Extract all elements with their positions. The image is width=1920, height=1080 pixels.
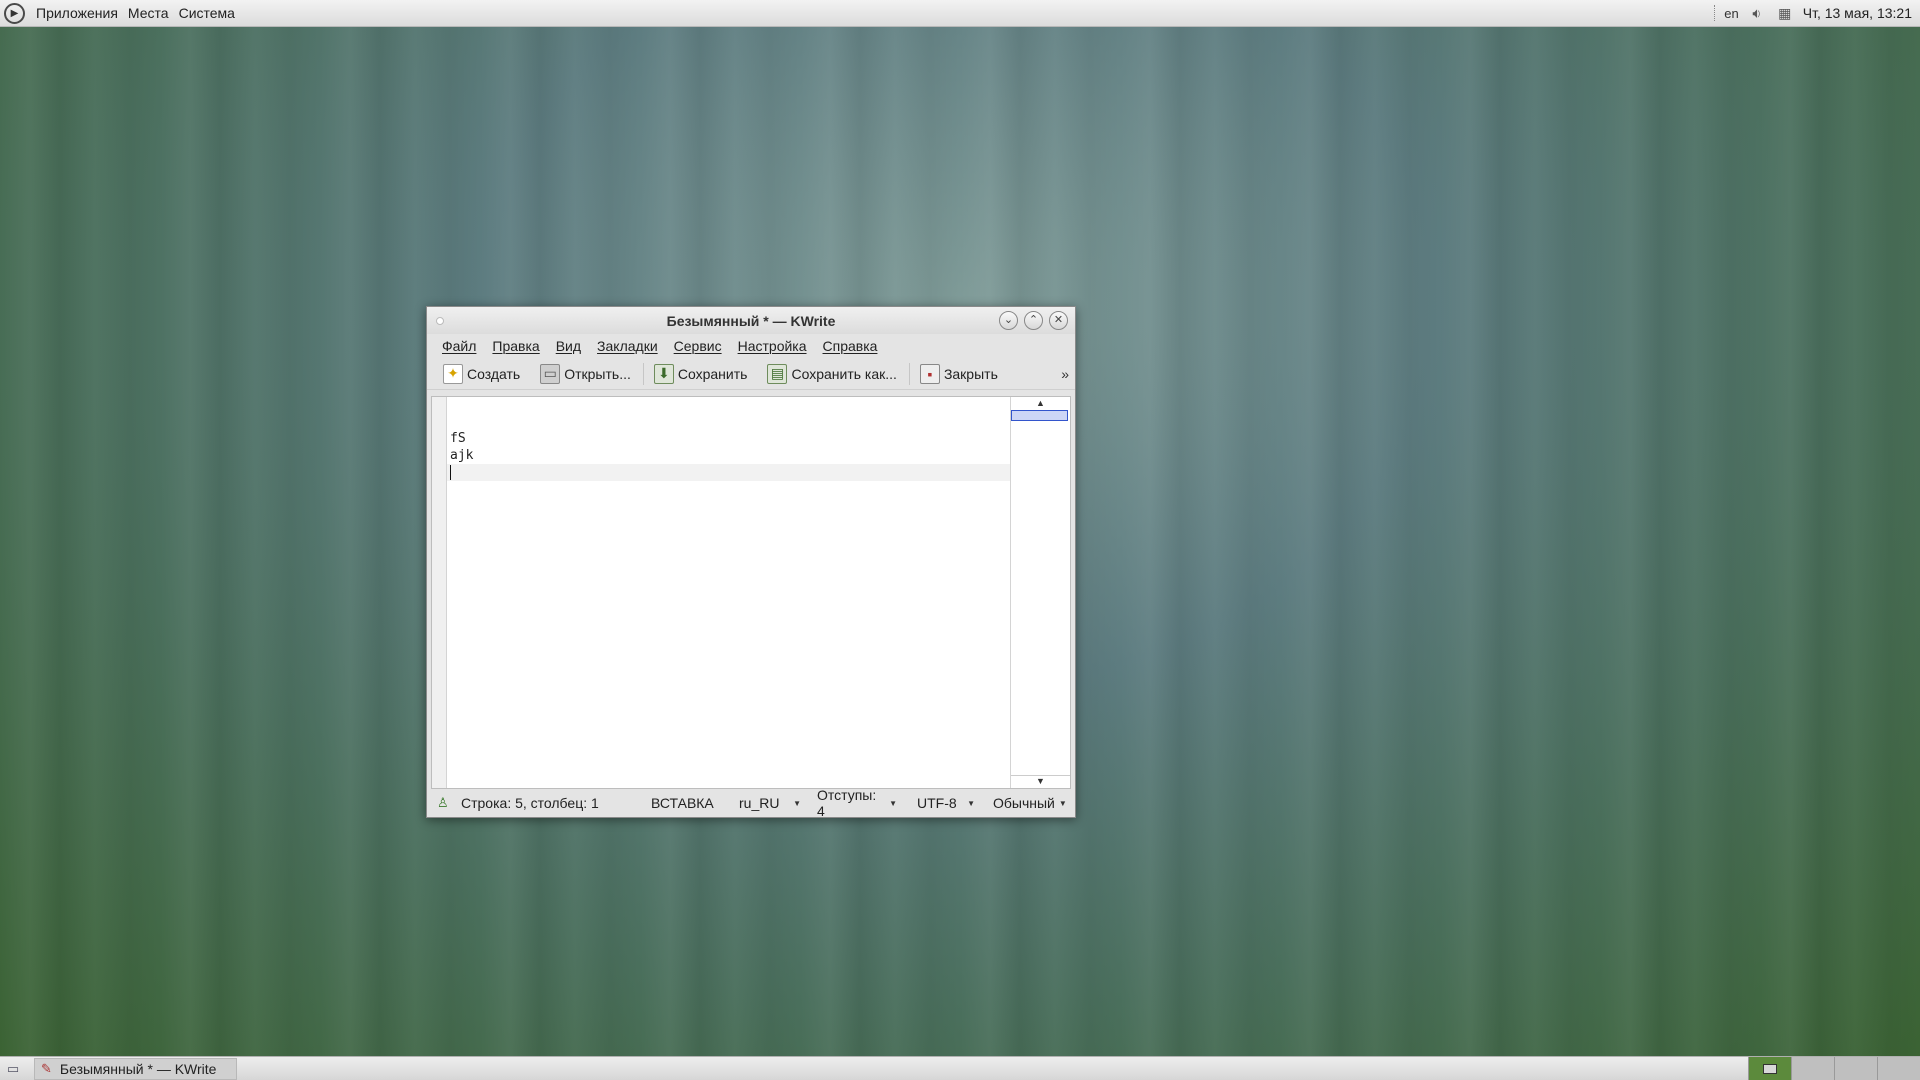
network-icon[interactable]: ▦ bbox=[1775, 3, 1795, 23]
workspace-4[interactable] bbox=[1877, 1057, 1920, 1080]
volume-icon[interactable]: 🔉︎ bbox=[1747, 3, 1767, 23]
tray-separator bbox=[1714, 5, 1716, 21]
chevron-down-icon: ▼ bbox=[967, 798, 975, 808]
top-panel: ▶ Приложения Места Система en 🔉︎ ▦ Чт, 1… bbox=[0, 0, 1920, 27]
bottom-panel: ▭ ✎ Безымянный * — KWrite bbox=[0, 1056, 1920, 1080]
main-toolbar: ✦ Создать ▭ Открыть... ⬇ Сохранить ▤ Сох… bbox=[427, 358, 1075, 390]
clock[interactable]: Чт, 13 мая, 13:21 bbox=[1803, 5, 1912, 21]
chevron-down-icon: ⌄ bbox=[1003, 314, 1014, 326]
toolbar-separator bbox=[908, 362, 910, 385]
minimap-slider[interactable] bbox=[1011, 410, 1068, 421]
save-button[interactable]: ⬇ Сохранить bbox=[648, 360, 754, 388]
editor-area: fS ajk ▲ ▼ bbox=[431, 396, 1071, 789]
chevron-down-icon: ▼ bbox=[889, 798, 897, 808]
menu-view[interactable]: Вид bbox=[549, 338, 588, 354]
minimap-scrollbar[interactable]: ▲ ▼ bbox=[1010, 397, 1070, 788]
menu-places[interactable]: Места bbox=[123, 5, 174, 21]
window-title: Безымянный * — KWrite bbox=[666, 312, 836, 329]
highlighting-select[interactable]: Обычный ▼ bbox=[993, 795, 1067, 811]
chevron-down-icon: ▼ bbox=[1058, 798, 1067, 808]
close-document-label: Закрыть bbox=[943, 365, 998, 382]
dictionary-select[interactable]: ru_RU ▼ bbox=[739, 795, 805, 811]
window-controls: ⌄ ⌃ ✕ bbox=[999, 311, 1068, 330]
workspace-1[interactable] bbox=[1748, 1057, 1791, 1080]
new-button-label: Создать bbox=[467, 365, 521, 382]
show-desktop-icon[interactable]: ▭ bbox=[2, 1059, 24, 1079]
document-modified-icon: ♙ bbox=[437, 795, 449, 810]
open-folder-icon: ▭ bbox=[540, 363, 561, 384]
menu-system[interactable]: Система bbox=[174, 5, 240, 21]
highlighting-value: Обычный bbox=[993, 795, 1055, 811]
close-document-icon: ▪ bbox=[919, 363, 940, 384]
toolbar-separator bbox=[642, 362, 644, 385]
kwrite-icon: ✎ bbox=[41, 1060, 52, 1076]
text-caret bbox=[450, 465, 451, 480]
window-thumbnail bbox=[1763, 1063, 1777, 1074]
indent-select[interactable]: Отступы: 4 ▼ bbox=[817, 787, 897, 819]
keyboard-layout-indicator[interactable]: en bbox=[1724, 6, 1738, 21]
chevron-down-icon: ▼ bbox=[793, 798, 801, 808]
distro-logo-icon[interactable]: ▶ bbox=[4, 2, 25, 24]
cursor-position[interactable]: Строка: 5, столбец: 1 bbox=[461, 795, 651, 811]
kwrite-window: Безымянный * — KWrite ⌄ ⌃ ✕ Файл Правка … bbox=[426, 306, 1076, 819]
new-document-icon: ✦ bbox=[443, 363, 463, 384]
text-editor[interactable]: fS ajk bbox=[447, 397, 1010, 788]
workspace-3[interactable] bbox=[1834, 1057, 1877, 1080]
code-line: fS bbox=[450, 431, 466, 446]
close-document-button[interactable]: ▪ Закрыть bbox=[914, 360, 1004, 388]
save-as-icon: ▤ bbox=[767, 363, 788, 384]
save-as-button-label: Сохранить как... bbox=[791, 365, 897, 382]
encoding-value: UTF-8 bbox=[917, 795, 957, 811]
taskbar-item-label: Безымянный * — KWrite bbox=[59, 1060, 217, 1077]
taskbar-item-kwrite[interactable]: ✎ Безымянный * — KWrite bbox=[34, 1057, 237, 1080]
scroll-down-icon[interactable]: ▼ bbox=[1011, 775, 1070, 787]
current-line bbox=[447, 464, 1010, 481]
statusbar: ♙ Строка: 5, столбец: 1 ВСТАВКА ru_RU ▼ … bbox=[427, 787, 1075, 819]
menu-help[interactable]: Справка bbox=[816, 338, 885, 354]
workspace-2[interactable] bbox=[1791, 1057, 1834, 1080]
close-button[interactable]: ✕ bbox=[1049, 311, 1068, 330]
save-icon: ⬇ bbox=[653, 363, 674, 384]
save-as-button[interactable]: ▤ Сохранить как... bbox=[761, 360, 902, 388]
window-titlebar[interactable]: Безымянный * — KWrite ⌄ ⌃ ✕ bbox=[427, 307, 1075, 334]
input-mode[interactable]: ВСТАВКА bbox=[651, 795, 739, 811]
toolbar-overflow-icon[interactable]: » bbox=[1061, 366, 1069, 382]
maximize-button[interactable]: ⌃ bbox=[1024, 311, 1043, 330]
open-button[interactable]: ▭ Открыть... bbox=[534, 360, 637, 388]
save-button-label: Сохранить bbox=[677, 365, 748, 382]
menu-file[interactable]: Файл bbox=[435, 338, 483, 354]
menubar: Файл Правка Вид Закладки Сервис Настройк… bbox=[427, 334, 1075, 358]
menu-settings[interactable]: Настройка bbox=[731, 338, 814, 354]
indent-value: Отступы: 4 bbox=[817, 787, 877, 819]
menu-edit[interactable]: Правка bbox=[485, 338, 546, 354]
chevron-up-icon: ⌃ bbox=[1028, 314, 1039, 326]
menu-bookmarks[interactable]: Закладки bbox=[590, 338, 665, 354]
code-line: ajk bbox=[450, 448, 474, 463]
close-icon: ✕ bbox=[1053, 314, 1064, 326]
open-button-label: Открыть... bbox=[564, 365, 631, 382]
encoding-select[interactable]: UTF-8 ▼ bbox=[917, 795, 979, 811]
minimize-button[interactable]: ⌄ bbox=[999, 311, 1018, 330]
editor-gutter[interactable] bbox=[432, 397, 447, 788]
system-tray: en 🔉︎ ▦ Чт, 13 мая, 13:21 bbox=[1714, 0, 1920, 26]
menu-tools[interactable]: Сервис bbox=[667, 338, 729, 354]
new-button[interactable]: ✦ Создать bbox=[437, 360, 526, 388]
scroll-up-icon[interactable]: ▲ bbox=[1011, 398, 1070, 410]
workspace-switcher bbox=[1748, 1057, 1920, 1080]
top-menu: ▶ Приложения Места Система bbox=[0, 0, 240, 26]
menu-applications[interactable]: Приложения bbox=[31, 5, 123, 21]
dictionary-value: ru_RU bbox=[739, 795, 780, 811]
